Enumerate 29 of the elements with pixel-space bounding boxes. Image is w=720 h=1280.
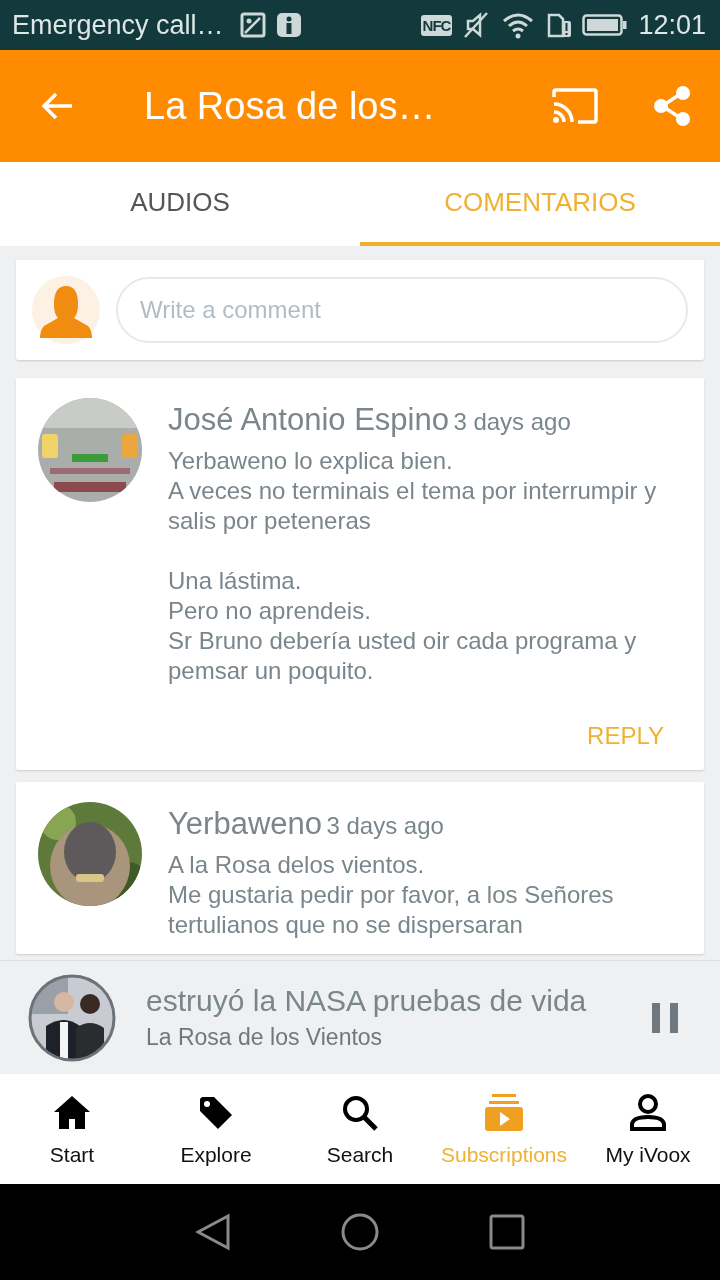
comment-text: Una lástima.: [168, 566, 303, 596]
comment-text: tertulianos que no se dispersaran: [168, 910, 524, 940]
user-avatar-icon: [32, 276, 100, 344]
image-icon: [239, 12, 266, 38]
comment-header: Yerbaweno 3 days ago: [168, 806, 445, 842]
cast-icon[interactable]: [552, 88, 598, 124]
pause-icon[interactable]: [650, 1000, 680, 1035]
comment-text: Yerbaweno lo explica bien.: [168, 446, 454, 476]
clock: 12:01: [638, 9, 706, 41]
recents-icon[interactable]: [489, 1214, 526, 1250]
comment-text: Pero no aprendeis.: [168, 596, 372, 626]
mute-icon: [462, 11, 491, 39]
comment-text: A veces no terminais el tema por interrumpir y salis por peteneras: [168, 476, 658, 536]
comment-text: Me gustaria pedir por favor, a los Señores: [168, 880, 615, 910]
episode-title: estruyó la NASA pruebas de vida: [146, 984, 588, 1018]
back-icon[interactable]: [194, 1213, 231, 1251]
home-icon[interactable]: [340, 1212, 380, 1252]
comment-header: José Antonio Espino 3 days ago: [168, 402, 572, 438]
program-name: La Rosa de los Vientos: [146, 1024, 384, 1051]
comment-text: A la Rosa delos vientos.: [168, 850, 426, 880]
nfc-icon: NFC: [420, 14, 453, 36]
sim-alert-icon: [546, 11, 573, 39]
info-icon: [275, 12, 302, 38]
comment-text: Sr Bruno debería usted oir cada programa y pemsar un poquito.: [168, 626, 638, 686]
share-icon[interactable]: [652, 85, 692, 127]
screen-title: La Rosa de los…: [144, 84, 437, 128]
battery-icon: [582, 13, 629, 37]
notification-text: Emergency call…: [12, 9, 224, 41]
comment-input[interactable]: Write a comment: [116, 277, 688, 343]
